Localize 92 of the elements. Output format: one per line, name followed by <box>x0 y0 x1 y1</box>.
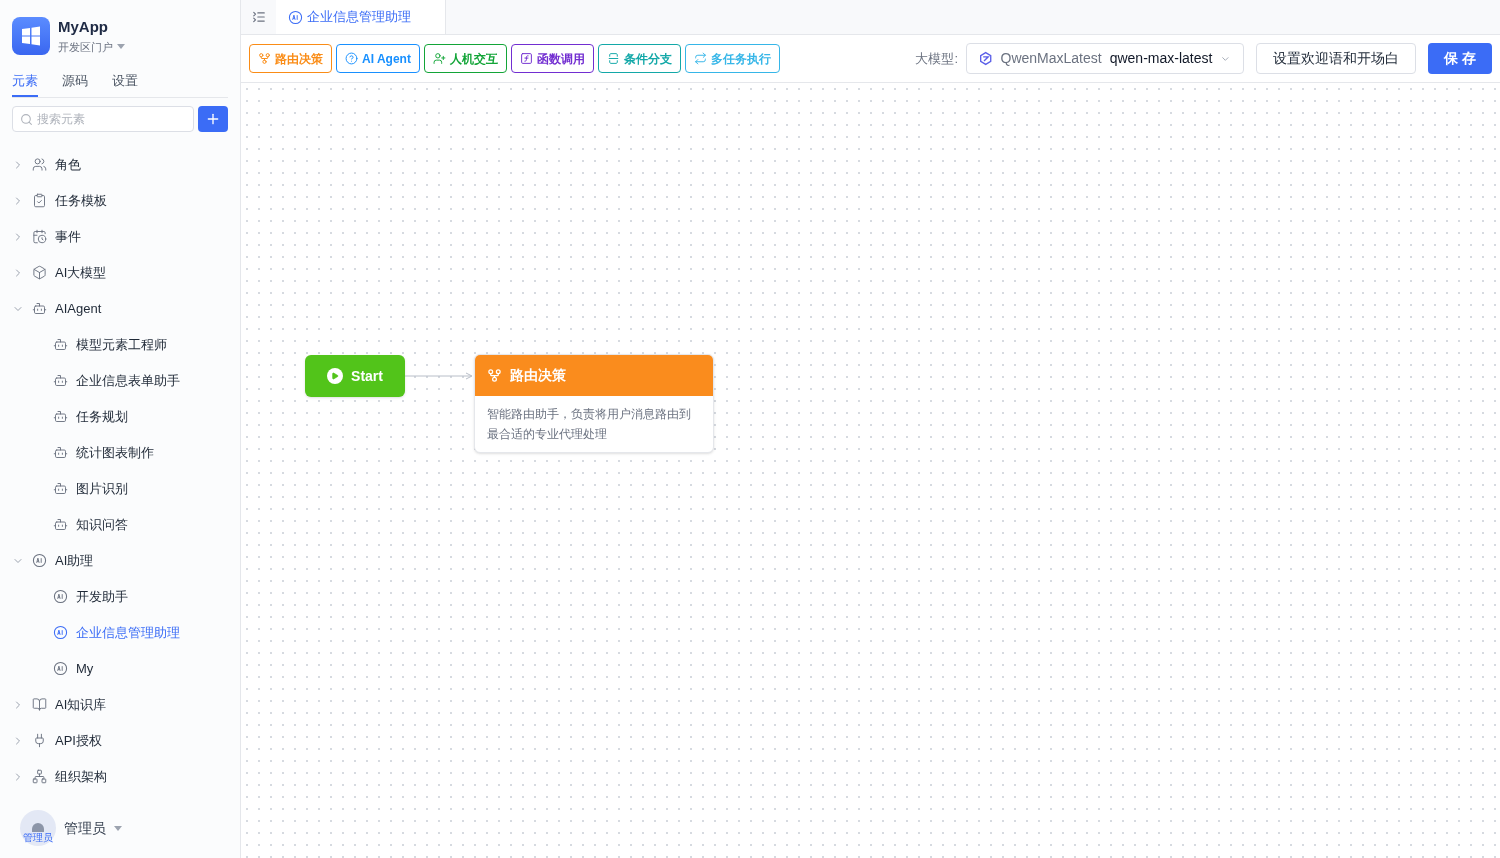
model-value: qwen-max-latest <box>1109 49 1213 68</box>
cube-icon <box>32 265 47 280</box>
robot-icon <box>53 337 68 352</box>
tree-item[interactable]: 任务规划 <box>0 398 240 435</box>
tree-item[interactable]: 事件 <box>0 218 240 255</box>
model-logo-icon <box>979 51 993 66</box>
repeat-icon <box>693 52 707 65</box>
tree-label: 任务规划 <box>76 407 128 426</box>
tree-item[interactable]: 统计图表制作 <box>0 434 240 471</box>
ai-head-icon <box>53 625 68 640</box>
caret-icon <box>117 44 125 50</box>
add-button[interactable] <box>198 105 228 132</box>
tree-item[interactable]: 图片识别 <box>0 470 240 507</box>
tree-label: AIAgent <box>55 299 102 318</box>
app-name: MyApp <box>58 17 109 37</box>
sidebar-tab[interactable]: 源码 <box>62 71 88 97</box>
tree-label: 任务模板 <box>55 191 107 210</box>
tree-label: AI助理 <box>55 551 94 570</box>
robot-icon <box>53 409 68 424</box>
node-title: 路由决策 <box>510 366 566 385</box>
model-label: 大模型: <box>915 49 959 68</box>
user-icon <box>432 52 446 65</box>
sidebar-tab[interactable]: 元素 <box>12 71 38 97</box>
tree-item[interactable]: AIAgent <box>0 290 240 327</box>
robot-icon <box>32 301 47 316</box>
tree-label: AI大模型 <box>55 263 107 282</box>
tree-item[interactable]: 企业信息表单助手 <box>0 362 240 399</box>
robot-icon <box>53 517 68 532</box>
tree-item[interactable]: My <box>0 650 240 687</box>
split-icon <box>606 52 620 65</box>
node-type-button[interactable]: 函数调用 <box>510 44 594 73</box>
node-description: 智能路由助手，负责将用户消息路由到最合适的专业代理处理 <box>486 406 692 443</box>
function-icon <box>519 52 533 65</box>
person-silhouette-icon <box>32 823 44 832</box>
avatar-label: 管理员 <box>23 832 53 844</box>
ai-head-icon <box>53 589 68 604</box>
tree-label: 企业信息表单助手 <box>76 371 180 390</box>
tree-item[interactable]: API授权 <box>0 722 240 759</box>
tree-item[interactable]: AI助理 <box>0 542 240 579</box>
tree-label: 知识问答 <box>76 515 128 534</box>
tree-item[interactable]: 开发助手 <box>0 578 240 615</box>
start-label: Start <box>351 366 383 386</box>
tree-label: 开发助手 <box>76 587 128 606</box>
robot-icon <box>53 373 68 388</box>
welcome-button[interactable]: 设置欢迎语和开场白 <box>1256 43 1417 74</box>
robot-icon <box>53 481 68 496</box>
tree-item[interactable]: 模型元素工程师 <box>0 326 240 363</box>
user-menu[interactable]: 管理员 <box>64 817 122 839</box>
model-select[interactable]: QwenMaxLatest qwen-max-latest <box>966 43 1245 74</box>
windows-icon <box>21 25 41 46</box>
branch-icon <box>487 368 502 383</box>
search-icon <box>20 112 33 126</box>
book-icon <box>32 697 47 712</box>
search-field[interactable]: 搜索元素 <box>12 105 194 132</box>
robot-icon <box>53 445 68 460</box>
tree-label: 模型元素工程师 <box>76 335 167 354</box>
tree-item[interactable]: 组织架构 <box>0 758 240 795</box>
tree-label: 图片识别 <box>76 479 128 498</box>
router-node[interactable]: 路由决策 智能路由助手，负责将用户消息路由到最合适的专业代理处理 <box>474 354 714 453</box>
tree-item[interactable]: 知识问答 <box>0 506 240 543</box>
model-name: QwenMaxLatest <box>1000 49 1102 68</box>
tree-label: 企业信息管理助理 <box>76 623 180 642</box>
calendar-icon <box>32 229 47 244</box>
org-chart-icon <box>32 769 47 784</box>
users-icon <box>32 157 47 172</box>
tree-label: 组织架构 <box>55 767 107 786</box>
plug-icon <box>32 733 47 748</box>
ai-head-icon <box>288 9 303 25</box>
connector-arrow <box>405 370 474 382</box>
portal-dropdown[interactable]: 开发区门户 <box>58 38 125 55</box>
tree-item[interactable]: 企业信息管理助理 <box>0 614 240 651</box>
tree-item[interactable]: AI知识库 <box>0 686 240 723</box>
clipboard-icon <box>32 193 47 208</box>
editor-tab[interactable]: 企业信息管理助理 <box>276 0 446 34</box>
ai-head-icon <box>53 661 68 676</box>
tree-item[interactable]: 任务模板 <box>0 182 240 219</box>
tree-label: 统计图表制作 <box>76 443 154 462</box>
play-icon <box>327 368 344 384</box>
tree-label: My <box>76 659 94 678</box>
caret-icon <box>114 825 122 831</box>
tree-label: AI知识库 <box>55 695 107 714</box>
branch-icon <box>258 52 271 65</box>
tree-label: 角色 <box>55 155 81 174</box>
tree-label: 事件 <box>55 227 81 246</box>
collapse-icon <box>251 9 266 24</box>
tree-label: API授权 <box>55 731 102 750</box>
save-button[interactable]: 保 存 <box>1428 43 1492 74</box>
question-icon <box>345 52 358 65</box>
tree-item[interactable]: AI大模型 <box>0 254 240 291</box>
sidebar-tab[interactable]: 设置 <box>112 71 138 97</box>
ai-head-icon <box>32 553 47 568</box>
tree-item[interactable]: 角色 <box>0 146 240 183</box>
